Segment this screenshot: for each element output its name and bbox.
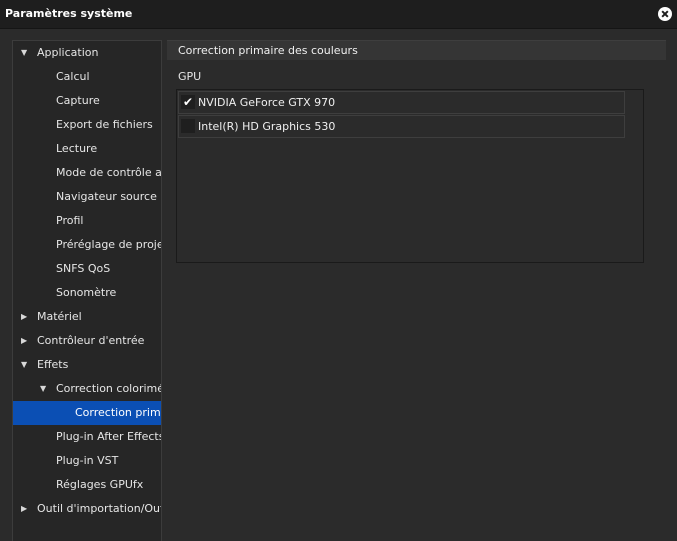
sidebar-item[interactable]: Réglages GPUfx xyxy=(13,473,161,497)
sidebar-item-label: Sonomètre xyxy=(56,286,117,299)
sidebar-item-label: Capture xyxy=(56,94,100,107)
expand-arrow-right-icon[interactable]: ▶ xyxy=(21,305,27,329)
gpu-row[interactable]: ✔ NVIDIA GeForce GTX 970 xyxy=(178,91,625,114)
sidebar-item-label: Plug-in After Effects xyxy=(56,430,161,443)
sidebar-item[interactable]: Plug-in After Effects xyxy=(13,425,161,449)
gpu-name: NVIDIA GeForce GTX 970 xyxy=(198,96,336,109)
sidebar-item[interactable]: ▼ Effets xyxy=(13,353,161,377)
sidebar-item-label: Lecture xyxy=(56,142,98,155)
sidebar-item[interactable]: Calcul xyxy=(13,65,161,89)
sidebar-item-label: Outil d'importation/Outil d'exportation xyxy=(37,502,161,515)
sidebar-item-label: Navigateur source xyxy=(56,190,157,203)
sidebar-item-label: Correction colorimétrique xyxy=(56,382,161,395)
sidebar-item-label: Contrôleur d'entrée xyxy=(37,334,145,347)
gpu-name: Intel(R) HD Graphics 530 xyxy=(198,120,336,133)
settings-tree: ▼ Application Calcul Capture Export de fichi… xyxy=(12,40,162,541)
expand-arrow-down-icon[interactable]: ▼ xyxy=(40,377,46,401)
sidebar-item[interactable]: Préréglage de projets xyxy=(13,233,161,257)
sidebar-item-label: Matériel xyxy=(37,310,82,323)
expand-arrow-down-icon[interactable]: ▼ xyxy=(21,353,27,377)
sidebar-item[interactable]: ▶ Outil d'importation/Outil d'exportation xyxy=(13,497,161,521)
sidebar-item[interactable]: Export de fichiers xyxy=(13,113,161,137)
sidebar-item-label: Plug-in VST xyxy=(56,454,119,467)
sidebar-item[interactable]: ▼ Application xyxy=(13,41,161,65)
title-bar: Paramètres système xyxy=(0,0,677,29)
sidebar-item-label: Effets xyxy=(37,358,69,371)
panel-header: Correction primaire des couleurs xyxy=(167,40,666,60)
sidebar-item[interactable]: ▶ Matériel xyxy=(13,305,161,329)
sidebar-item[interactable]: Lecture xyxy=(13,137,161,161)
sidebar-item-label: Application xyxy=(37,46,99,59)
sidebar-item[interactable]: Plug-in VST xyxy=(13,449,161,473)
sidebar-item[interactable]: ▶ Contrôleur d'entrée xyxy=(13,329,161,353)
sidebar-item[interactable]: SNFS QoS xyxy=(13,257,161,281)
expand-arrow-down-icon[interactable]: ▼ xyxy=(21,41,27,65)
sidebar-item-label: Calcul xyxy=(56,70,90,83)
sidebar-item[interactable]: Navigateur source xyxy=(13,185,161,209)
sidebar-item[interactable]: Profil xyxy=(13,209,161,233)
sidebar-item[interactable]: Sonomètre xyxy=(13,281,161,305)
gpu-section-label: GPU xyxy=(178,70,202,83)
sidebar-item[interactable]: Mode de contrôle audio xyxy=(13,161,161,185)
expand-arrow-right-icon[interactable]: ▶ xyxy=(21,329,27,353)
window-title: Paramètres système xyxy=(5,7,133,20)
gpu-row[interactable]: Intel(R) HD Graphics 530 xyxy=(178,115,625,138)
sidebar-item[interactable]: Capture xyxy=(13,89,161,113)
gpu-list: ✔ NVIDIA GeForce GTX 970 Intel(R) HD Graph… xyxy=(176,89,644,263)
sidebar-item[interactable]: Correction primaire xyxy=(13,401,161,425)
close-icon[interactable] xyxy=(658,7,672,21)
sidebar-item-label: Préréglage de projets xyxy=(56,238,161,251)
sidebar-item-label: Profil xyxy=(56,214,84,227)
sidebar-item-label: Réglages GPUfx xyxy=(56,478,144,491)
sidebar-item-label: Export de fichiers xyxy=(56,118,153,131)
sidebar-item[interactable]: ▼ Correction colorimétrique xyxy=(13,377,161,401)
sidebar-item-label: Mode de contrôle audio xyxy=(56,166,161,179)
expand-arrow-right-icon[interactable]: ▶ xyxy=(21,497,27,521)
sidebar-item-label: SNFS QoS xyxy=(56,262,111,275)
sidebar-item-label: Correction primaire xyxy=(75,406,161,419)
gpu-checkbox[interactable]: ✔ xyxy=(181,95,195,109)
panel-title: Correction primaire des couleurs xyxy=(178,44,358,57)
gpu-checkbox[interactable] xyxy=(181,119,195,133)
